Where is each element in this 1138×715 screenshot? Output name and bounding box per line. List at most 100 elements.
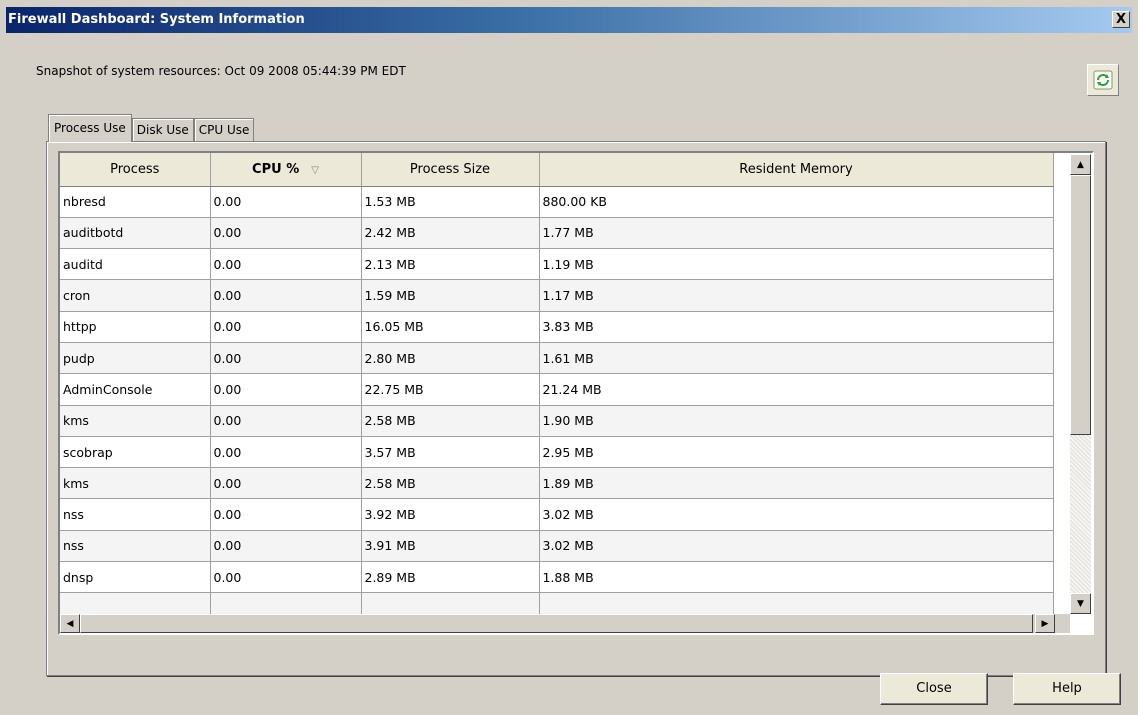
vertical-scrollbar[interactable]: ▲ ▼: [1070, 154, 1091, 614]
table-cell: 3.91 MB: [361, 530, 540, 563]
window-title: Firewall Dashboard: System Information: [8, 12, 305, 27]
table-cell: 3.83 MB: [539, 311, 1054, 343]
horizontal-scrollbar[interactable]: ◀: [60, 614, 1070, 633]
column-header-label: Process: [110, 161, 160, 177]
table-cell: 0.00: [210, 311, 362, 343]
table-cell: 21.24 MB: [539, 373, 1054, 406]
table-cell: nss: [60, 498, 211, 531]
table-cell: 16.05 MB: [361, 311, 540, 343]
scroll-left-button[interactable]: ◀: [60, 614, 80, 633]
table-header-row: Process CPU % ▽ Process Size Resident Mem…: [60, 153, 1054, 187]
table-cell: pudp: [60, 342, 211, 375]
table-cell: cron: [60, 279, 211, 312]
table-cell: 1.89 MB: [539, 467, 1054, 500]
process-table: Process CPU % ▽ Process Size Resident Mem…: [60, 153, 1054, 625]
table-cell: 3.02 MB: [539, 498, 1054, 531]
arrow-down-icon: ▼: [1077, 598, 1084, 609]
table-cell: 0.00: [210, 217, 362, 250]
table-cell: 0.00: [210, 279, 362, 312]
vertical-scroll-thumb[interactable]: [1070, 175, 1091, 435]
table-cell: 3.92 MB: [361, 498, 540, 531]
column-header-cpu[interactable]: CPU % ▽: [210, 153, 362, 187]
table-row[interactable]: kms 0.00 2.58 MB 1.89 MB: [60, 467, 1054, 500]
column-header-process-size[interactable]: Process Size: [361, 153, 540, 187]
table-row[interactable]: scobrap 0.00 3.57 MB 2.95 MB: [60, 436, 1054, 469]
table-row[interactable]: kms 0.00 2.58 MB 1.90 MB: [60, 405, 1054, 437]
table-cell: 0.00: [210, 498, 362, 531]
table-cell: 0.00: [210, 561, 362, 594]
table-cell: auditd: [60, 248, 211, 281]
table-cell: httpp: [60, 311, 211, 343]
table-cell: 0.00: [210, 467, 362, 500]
table-cell: 0.00: [210, 405, 362, 437]
table-cell: 2.58 MB: [361, 467, 540, 500]
table-row[interactable]: AdminConsole 0.00 22.75 MB 21.24 MB: [60, 373, 1054, 406]
table-row[interactable]: nss 0.00 3.92 MB 3.02 MB: [60, 498, 1054, 531]
table-cell: 2.95 MB: [539, 436, 1054, 469]
table-cell: kms: [60, 405, 211, 437]
tab-cpu-use[interactable]: CPU Use: [193, 118, 255, 142]
arrow-right-icon: ▶: [1041, 618, 1049, 629]
tab-process-use[interactable]: Process Use: [48, 114, 132, 142]
table-row[interactable]: httpp 0.00 16.05 MB 3.83 MB: [60, 311, 1054, 343]
table-cell: 1.90 MB: [539, 405, 1054, 437]
table-cell: 0.00: [210, 436, 362, 469]
close-button[interactable]: Close: [880, 673, 988, 705]
table-cell: dnsp: [60, 561, 211, 594]
table-cell: 2.89 MB: [361, 561, 540, 594]
sort-descending-icon: ▽: [311, 164, 319, 176]
table-cell: 1.59 MB: [361, 279, 540, 312]
table-cell: 0.00: [210, 530, 362, 563]
column-header-label: Process Size: [409, 161, 491, 177]
scroll-right-button[interactable]: ▶: [1035, 614, 1055, 633]
column-header-label: CPU %: [252, 161, 300, 177]
scroll-up-button[interactable]: ▲: [1070, 154, 1091, 175]
table-cell: scobrap: [60, 436, 211, 469]
table-cell: 1.53 MB: [361, 186, 540, 218]
tab-disk-use[interactable]: Disk Use: [131, 118, 194, 142]
table-cell: 0.00: [210, 248, 362, 281]
table-row[interactable]: auditbotd 0.00 2.42 MB 1.77 MB: [60, 217, 1054, 250]
tab-bar: Process Use Disk Use CPU Use: [48, 114, 255, 142]
table-row[interactable]: auditd 0.00 2.13 MB 1.19 MB: [60, 248, 1054, 281]
table-row[interactable]: nss 0.00 3.91 MB 3.02 MB: [60, 530, 1054, 563]
table-cell: 0.00: [210, 373, 362, 406]
table-cell: 1.77 MB: [539, 217, 1054, 250]
table-cell: AdminConsole: [60, 373, 211, 406]
horizontal-scroll-thumb[interactable]: [80, 614, 1033, 633]
arrow-up-icon: ▲: [1077, 159, 1084, 170]
close-window-button[interactable]: X: [1112, 11, 1130, 28]
table-cell: 1.61 MB: [539, 342, 1054, 375]
dialog-window: Firewall Dashboard: System Information X…: [0, 0, 1138, 715]
table-cell: 1.88 MB: [539, 561, 1054, 594]
table-cell: 880.00 KB: [539, 186, 1054, 218]
table-row[interactable]: pudp 0.00 2.80 MB 1.61 MB: [60, 342, 1054, 375]
table-cell: 0.00: [210, 342, 362, 375]
title-bar[interactable]: Firewall Dashboard: System Information X: [6, 7, 1132, 33]
table-cell: 2.13 MB: [361, 248, 540, 281]
arrow-left-icon: ◀: [66, 618, 74, 629]
table-cell: 3.57 MB: [361, 436, 540, 469]
table-cell: 2.42 MB: [361, 217, 540, 250]
table-cell: kms: [60, 467, 211, 500]
table-cell: 2.58 MB: [361, 405, 540, 437]
table-cell: 1.17 MB: [539, 279, 1054, 312]
table-cell: 2.80 MB: [361, 342, 540, 375]
column-header-resident-memory[interactable]: Resident Memory: [539, 153, 1054, 187]
help-button[interactable]: Help: [1013, 673, 1121, 705]
process-table-container: Process CPU % ▽ Process Size Resident Mem…: [58, 151, 1094, 635]
table-cell: nss: [60, 530, 211, 563]
table-row[interactable]: dnsp 0.00 2.89 MB 1.88 MB: [60, 561, 1054, 594]
column-header-label: Resident Memory: [739, 161, 853, 177]
table-cell: 3.02 MB: [539, 530, 1054, 563]
table-cell: auditbotd: [60, 217, 211, 250]
table-row[interactable]: nbresd 0.00 1.53 MB 880.00 KB: [60, 186, 1054, 218]
table-cell: nbresd: [60, 186, 211, 218]
table-row[interactable]: cron 0.00 1.59 MB 1.17 MB: [60, 279, 1054, 312]
refresh-icon: [1093, 70, 1113, 90]
column-header-process[interactable]: Process: [60, 153, 211, 187]
table-cell: 22.75 MB: [361, 373, 540, 406]
table-cell: 1.19 MB: [539, 248, 1054, 281]
scroll-down-button[interactable]: ▼: [1070, 593, 1091, 614]
refresh-button[interactable]: [1087, 64, 1119, 96]
